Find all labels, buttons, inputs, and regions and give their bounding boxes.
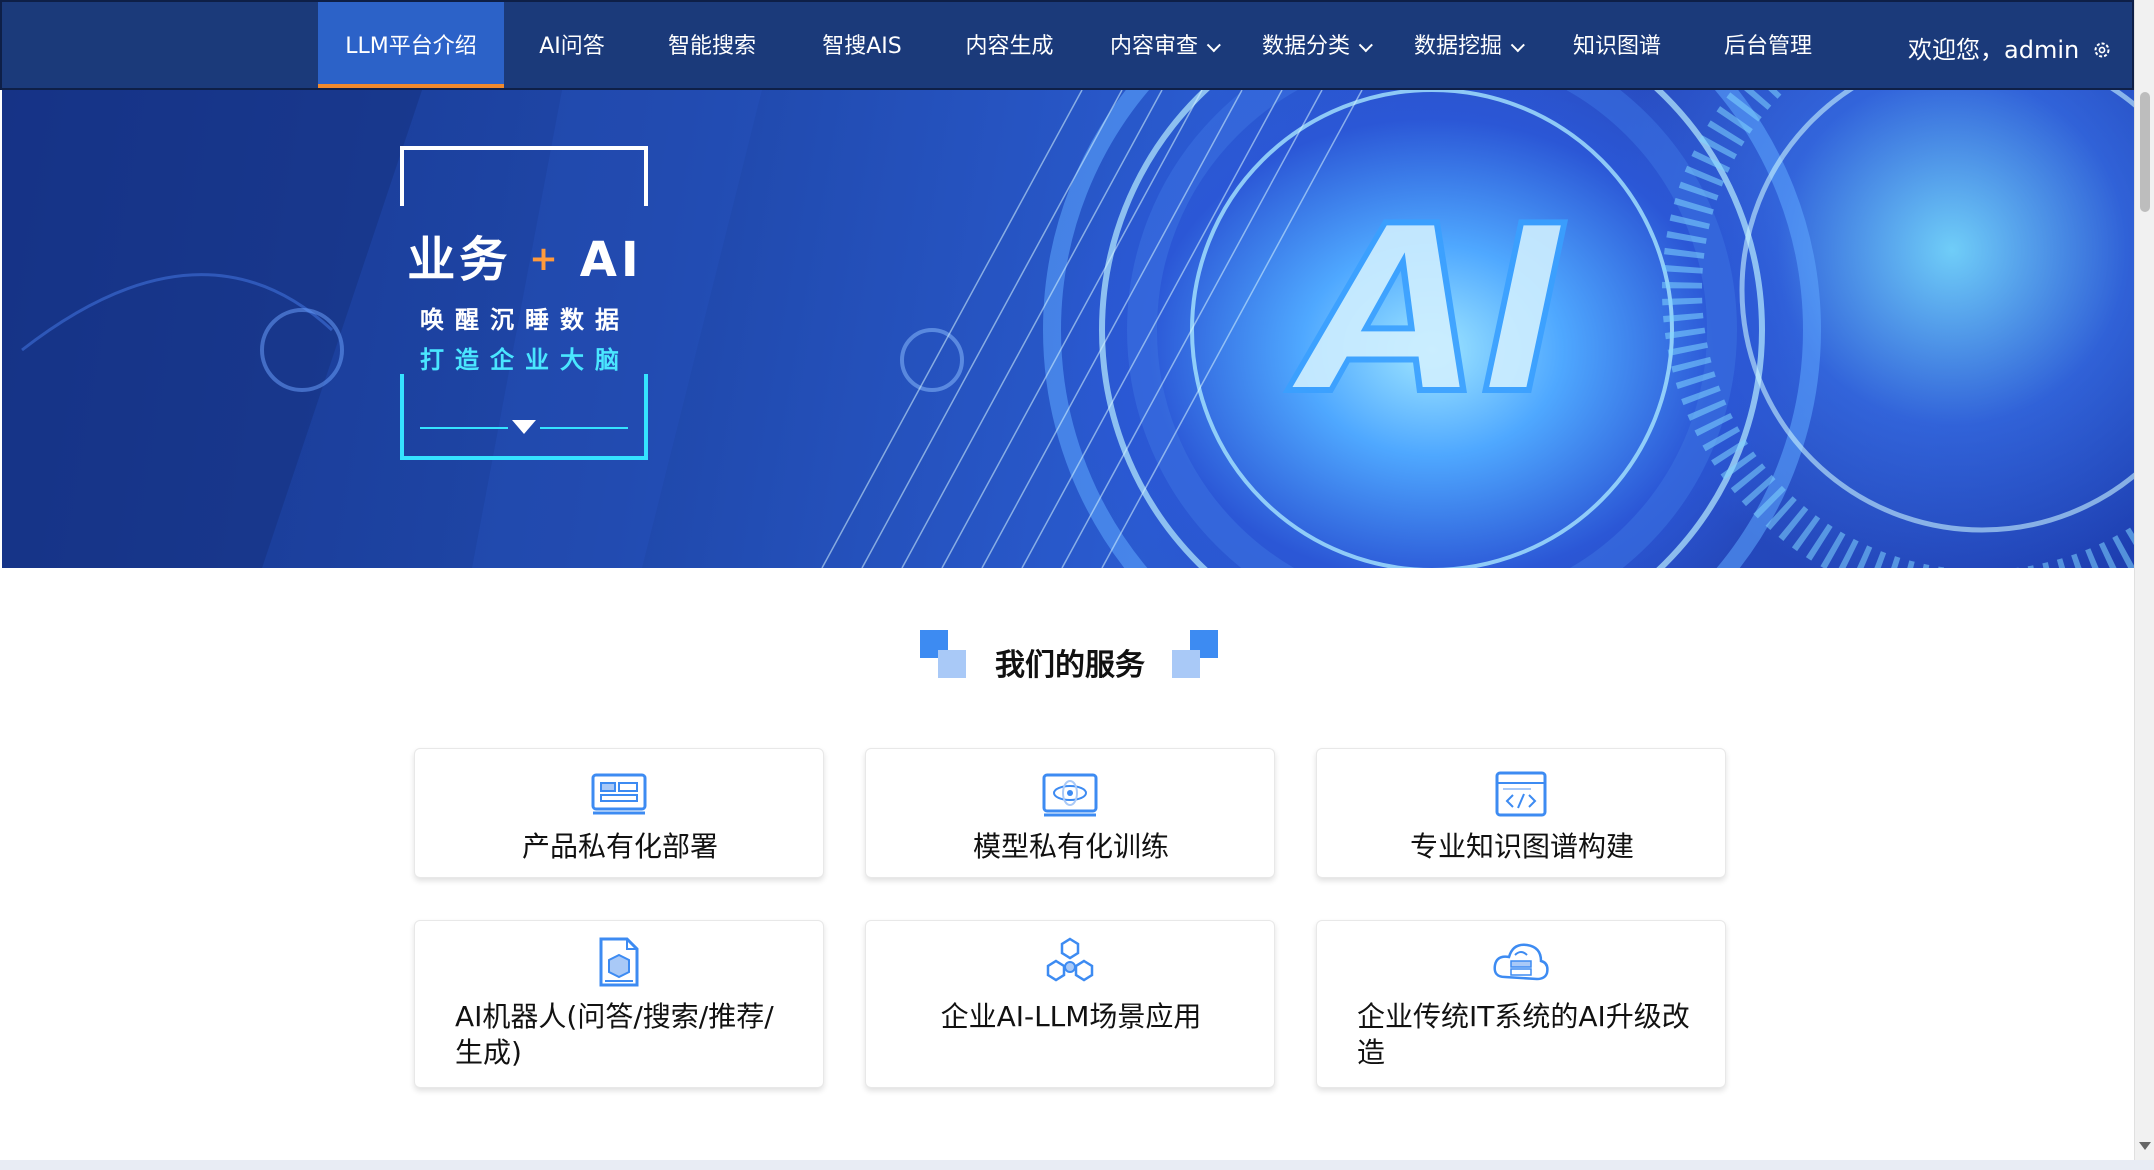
hero-slogan-1: 唤醒沉睡数据: [420, 306, 630, 334]
nav-item-knowledge-graph[interactable]: 知识图谱: [1562, 2, 1672, 88]
top-nav: LLM平台介绍 AI问答 智能搜索 智搜AIS 内容生成 内容审查 数据分类 数…: [0, 0, 2134, 90]
card-label: AI机器人(问答/搜索/推荐/生成): [455, 1000, 774, 1069]
nav-item-llm-intro[interactable]: LLM平台介绍: [318, 2, 504, 88]
card-label: 企业传统IT系统的AI升级改造: [1357, 1000, 1690, 1069]
nav-item-smart-search[interactable]: 智能搜索: [652, 2, 772, 88]
hero-banner: AI 业务 + AI 唤醒沉睡数据 打造企业大脑: [2, 90, 2134, 568]
cloud-server-icon: [1493, 943, 1549, 981]
hero-slogan-2: 打造企业大脑: [420, 346, 630, 374]
services-title: 我们的服务: [995, 648, 1145, 683]
vertical-scrollbar[interactable]: [2134, 0, 2154, 1160]
server-deploy-icon: [591, 773, 647, 815]
bottom-edge: [0, 1160, 2154, 1170]
banner-ai-text: AI: [1275, 176, 1596, 444]
code-window-icon: [1495, 771, 1547, 817]
nav-item-data-mining[interactable]: 数据挖掘: [1414, 2, 1564, 88]
hero-title: 业务 + AI: [407, 232, 643, 288]
down-arrow-icon: [512, 420, 536, 434]
card-label: 产品私有化部署: [521, 830, 718, 863]
card-label: 企业AI-LLM场景应用: [940, 1000, 1202, 1033]
document-cube-icon: [599, 937, 639, 987]
nav-item-ai-qa[interactable]: AI问答: [522, 2, 622, 88]
service-card-knowledge-graph[interactable]: 专业知识图谱构建: [1316, 748, 1726, 878]
nav-item-admin[interactable]: 后台管理: [1708, 2, 1828, 88]
model-training-icon: [1042, 773, 1098, 817]
scroll-down-arrow-icon[interactable]: [2139, 1142, 2151, 1150]
service-card-llm-scenario[interactable]: 企业AI-LLM场景应用: [865, 920, 1275, 1088]
nav-item-data-classify[interactable]: 数据分类: [1262, 2, 1412, 88]
nav-item-content-gen[interactable]: 内容生成: [952, 2, 1067, 88]
card-label: 模型私有化训练: [972, 830, 1169, 863]
welcome-text: 欢迎您，admin: [1908, 36, 2080, 64]
chevron-down-icon: [1358, 38, 1373, 53]
chevron-down-icon: [1510, 38, 1525, 53]
service-card-it-upgrade[interactable]: 企业传统IT系统的AI升级改造: [1316, 920, 1726, 1088]
nav-item-content-review[interactable]: 内容审查: [1110, 2, 1260, 88]
service-card-ai-robot[interactable]: AI机器人(问答/搜索/推荐/生成): [414, 920, 824, 1088]
scrollbar-thumb[interactable]: [2140, 92, 2150, 212]
hexagon-network-icon: [1046, 937, 1094, 982]
nav-item-ais[interactable]: 智搜AIS: [802, 2, 922, 88]
chevron-down-icon: [1206, 38, 1221, 53]
gear-icon[interactable]: [2092, 40, 2112, 60]
service-card-model-training[interactable]: 模型私有化训练: [865, 748, 1275, 878]
card-label: 专业知识图谱构建: [1409, 830, 1634, 863]
service-card-private-deploy[interactable]: 产品私有化部署: [414, 748, 824, 878]
banner-artwork: AI: [2, 90, 2134, 568]
